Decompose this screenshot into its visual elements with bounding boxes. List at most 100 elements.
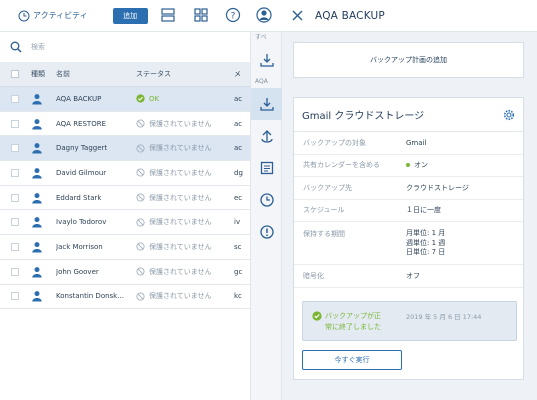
- status-message-line2: 常に終了しました: [325, 323, 381, 331]
- strip-label-all: すべ: [255, 34, 267, 41]
- search-bar[interactable]: 検索: [0, 32, 250, 62]
- header-status[interactable]: ステータス: [136, 69, 234, 79]
- row-status-text: 保護されていません: [149, 292, 212, 301]
- gear-icon[interactable]: [503, 109, 515, 121]
- strip-history-tool[interactable]: [251, 184, 282, 216]
- row-kind: [31, 192, 56, 204]
- user-icon: [32, 93, 42, 105]
- row-status: OK: [136, 94, 234, 103]
- run-now-button[interactable]: 今すぐ実行: [302, 350, 402, 370]
- backup-download-icon: [259, 98, 274, 111]
- table-row[interactable]: Konstantin Donsk... 保護されていません kc: [0, 284, 250, 310]
- row-status: 保護されていません: [136, 291, 234, 301]
- strip-backup-tool[interactable]: [251, 88, 282, 120]
- row-kind: [31, 118, 56, 130]
- field-destination: バックアップ先 クラウドストレージ: [294, 177, 523, 200]
- field-schedule: スケジュール １日に一度: [294, 200, 523, 222]
- row-checkbox[interactable]: [11, 168, 19, 177]
- activity-label: アクティビティ: [33, 11, 88, 20]
- add-backup-plan-button[interactable]: バックアップ計画の追加: [293, 42, 524, 78]
- field-encryption-value: オフ: [406, 271, 420, 280]
- row-checkbox[interactable]: [11, 218, 19, 227]
- row-checkbox[interactable]: [11, 94, 19, 103]
- field-retention-key: 保持する期間: [303, 230, 345, 238]
- row-kind: [31, 142, 56, 154]
- row-kind: [31, 167, 56, 179]
- strip-download-tool[interactable]: [251, 44, 282, 76]
- table-row[interactable]: David Gilmour 保護されていません dg: [0, 161, 250, 186]
- list-view-icon[interactable]: [160, 7, 176, 23]
- field-retention: 保持する期間 月単位: 1 月 週単位: 1 週 日単位: 7 日: [294, 222, 523, 265]
- row-name[interactable]: Ivaylo Todorov: [56, 218, 136, 226]
- panel-header: AQA BACKUP: [282, 0, 537, 32]
- row-name[interactable]: Eddard Stark: [56, 194, 136, 202]
- row-status-text: 保護されていません: [149, 168, 212, 177]
- prohibited-icon: [136, 144, 145, 153]
- row-checkbox[interactable]: [11, 119, 19, 128]
- select-all-checkbox[interactable]: [11, 70, 19, 78]
- table-header: 種類 名前 ステータス メ: [0, 62, 250, 87]
- strip-report-tool[interactable]: [251, 152, 282, 184]
- row-name[interactable]: Jack Morrison: [56, 243, 136, 251]
- table-row[interactable]: Dagny Taggert 保護されていません ac: [0, 136, 250, 162]
- details-panel: AQA BACKUP バックアップ計画の追加 Gmail クラウドストレージ バ…: [282, 0, 537, 400]
- header-kind[interactable]: 種類: [31, 69, 56, 79]
- row-name[interactable]: AQA BACKUP: [56, 95, 136, 103]
- row-checkbox[interactable]: [11, 267, 19, 276]
- row-name[interactable]: David Gilmour: [56, 169, 136, 177]
- row-kind: [31, 216, 56, 228]
- retention-day: 日単位: 7 日: [406, 248, 446, 256]
- table-row[interactable]: AQA BACKUP OK ac: [0, 87, 250, 112]
- table-row[interactable]: Ivaylo Todorov 保護されていません iv: [0, 210, 250, 236]
- row-status: 保護されていません: [136, 217, 234, 227]
- field-target: バックアップの対象 Gmail: [294, 132, 523, 155]
- prohibited-icon: [136, 267, 145, 276]
- history-icon: [259, 193, 274, 207]
- user-icon: [32, 192, 42, 204]
- row-name[interactable]: Konstantin Donsk...: [56, 292, 136, 300]
- row-kind: [31, 290, 56, 302]
- field-schedule-value: １日に一度: [406, 206, 441, 215]
- prohibited-icon: [136, 218, 145, 227]
- row-name[interactable]: John Goover: [56, 268, 136, 276]
- table-row[interactable]: AQA RESTORE 保護されていません ac: [0, 111, 250, 137]
- recovery-icon: [260, 130, 273, 143]
- activity-button[interactable]: アクティビティ: [18, 10, 88, 22]
- close-icon[interactable]: [292, 10, 303, 21]
- prohibited-icon: [136, 119, 145, 128]
- row-checkbox[interactable]: [11, 292, 19, 301]
- row-name[interactable]: Dagny Taggert: [56, 144, 136, 152]
- field-encryption: 暗号化 オフ: [294, 265, 523, 288]
- row-kind: [31, 93, 56, 105]
- field-schedule-key: スケジュール: [303, 206, 345, 215]
- table-row[interactable]: Jack Morrison 保護されていません sc: [0, 235, 250, 260]
- table-row[interactable]: John Goover 保護されていません gc: [0, 259, 250, 285]
- svg-text:?: ?: [231, 12, 236, 22]
- row-checkbox[interactable]: [11, 193, 19, 202]
- plan-title: Gmail クラウドストレージ: [302, 111, 425, 122]
- strip-alert-tool[interactable]: [251, 216, 282, 248]
- row-status-text: 保護されていません: [149, 242, 212, 251]
- add-button[interactable]: 追加: [112, 7, 148, 24]
- report-icon: [260, 161, 273, 175]
- prohibited-icon: [136, 242, 145, 252]
- header-name[interactable]: 名前: [56, 69, 136, 79]
- row-checkbox[interactable]: [11, 242, 19, 251]
- row-name[interactable]: AQA RESTORE: [56, 120, 136, 128]
- row-checkbox[interactable]: [11, 144, 19, 153]
- row-status: 保護されていません: [136, 119, 234, 129]
- status-message-line1: バックアップが正: [325, 312, 381, 320]
- clock-icon: [18, 10, 30, 21]
- grid-view-icon[interactable]: [193, 7, 209, 23]
- field-destination-value: クラウドストレージ: [406, 183, 469, 192]
- user-icon: [32, 291, 42, 302]
- strip-recovery-tool[interactable]: [251, 120, 282, 152]
- help-icon[interactable]: ?: [225, 7, 241, 23]
- row-status: 保護されていません: [136, 267, 234, 277]
- status-dot: [406, 163, 410, 168]
- row-status: 保護されていません: [136, 242, 234, 252]
- row-status: 保護されていません: [136, 193, 234, 203]
- table-row[interactable]: Eddard Stark 保護されていません ec: [0, 185, 250, 211]
- account-icon[interactable]: [256, 7, 272, 23]
- search-input[interactable]: 検索: [31, 42, 45, 52]
